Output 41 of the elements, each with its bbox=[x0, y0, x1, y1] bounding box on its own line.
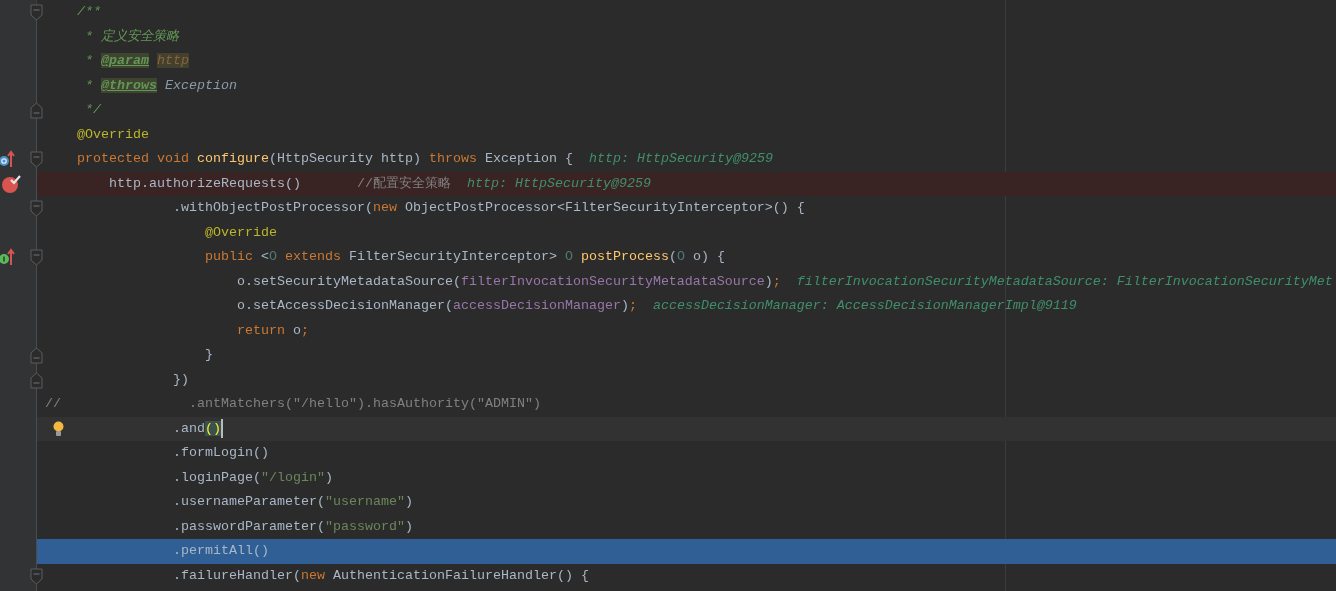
inline-value-hint: accessDecisionManager: AccessDecisionManagerImpl@9119 bbox=[652, 297, 1077, 316]
inline-value-hint: http: HttpSecurity@9259 bbox=[588, 150, 773, 169]
breakpoint-icon[interactable] bbox=[2, 173, 21, 194]
code-line: .passwordParameter("password") bbox=[172, 517, 413, 536]
code-line: * 定义安全策略 bbox=[84, 27, 179, 46]
code-line: /** bbox=[76, 3, 101, 22]
code-line: @Override bbox=[76, 125, 149, 144]
code-line: .loginPage("/login") bbox=[172, 468, 333, 487]
code-line: return o; bbox=[235, 321, 309, 340]
fold-marker-icon[interactable] bbox=[30, 200, 43, 217]
code-line: .permitAll() bbox=[172, 542, 269, 561]
inline-value-hint: filterInvocationSecurityMetadataSource: FilterInvocationSecurityMet bbox=[796, 272, 1333, 291]
fold-marker-icon[interactable] bbox=[30, 102, 43, 119]
code-line: } bbox=[203, 346, 213, 365]
code-line: // .antMatchers("/hello").hasAuthority("ADMIN") bbox=[45, 395, 541, 414]
code-line: @Override bbox=[203, 223, 277, 242]
overrides-icon[interactable] bbox=[0, 150, 15, 168]
fold-marker-icon[interactable] bbox=[30, 567, 43, 585]
lightbulb-icon[interactable] bbox=[52, 420, 65, 437]
code-line: http.authorizeRequests() //配置安全策略 bbox=[108, 174, 451, 193]
code-line: o.setSecurityMetadataSource(filterInvocationSecurityMetadataSource); bbox=[235, 272, 781, 291]
code-line: .usernameParameter("username") bbox=[172, 493, 413, 512]
implements-icon[interactable] bbox=[0, 248, 15, 266]
code-line: */ bbox=[84, 101, 101, 120]
code-line: * @param http bbox=[84, 52, 189, 71]
code-line: .formLogin() bbox=[172, 444, 269, 463]
fold-marker-icon[interactable] bbox=[30, 151, 43, 168]
fold-marker-icon[interactable] bbox=[30, 4, 43, 21]
code-line: }) bbox=[172, 370, 189, 389]
code-line: * @throws Exception bbox=[84, 76, 237, 95]
code-line: public <O extends FilterSecurityInterceptor> O postProcess(O o) { bbox=[203, 248, 725, 267]
fold-marker-icon[interactable] bbox=[30, 371, 43, 389]
code-line: .and() bbox=[172, 419, 221, 438]
code-line: .failureHandler(new AuthenticationFailureHandler() { bbox=[172, 566, 589, 585]
code-line: .withObjectPostProcessor(new ObjectPostProcessor<FilterSecurityInterceptor>() { bbox=[172, 199, 805, 218]
code-line: protected void configure(HttpSecurity http) throws Exception { bbox=[76, 150, 573, 169]
code-line: o.setAccessDecisionManager(accessDecisionManager); bbox=[235, 297, 637, 316]
fold-marker-icon[interactable] bbox=[30, 347, 43, 364]
fold-marker-icon[interactable] bbox=[30, 249, 43, 266]
inline-value-hint: http: HttpSecurity@9259 bbox=[466, 174, 651, 193]
text-caret bbox=[221, 419, 223, 439]
